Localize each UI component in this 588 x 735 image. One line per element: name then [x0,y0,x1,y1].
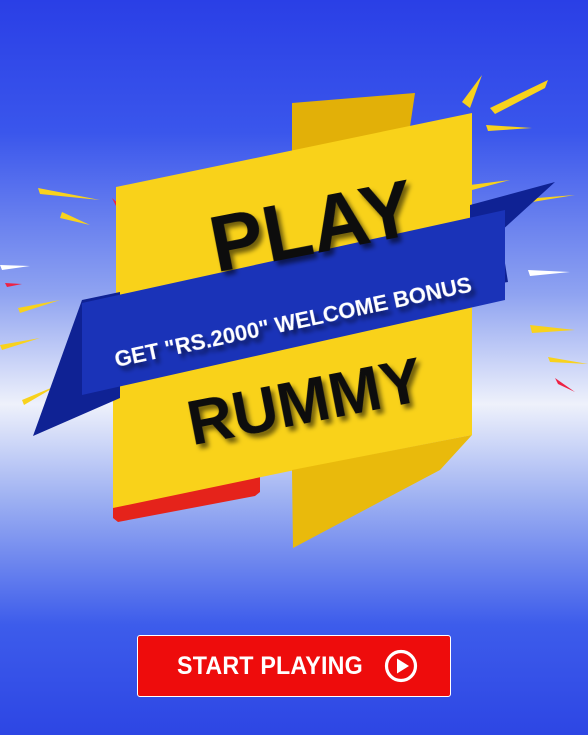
start-playing-button[interactable]: START PLAYING [137,635,451,697]
start-playing-label: START PLAYING [177,651,363,680]
play-circle-icon [384,649,418,683]
promo-banner: PLAY GET "RS.2000" WELCOME BONUS RUMMY [0,75,588,548]
